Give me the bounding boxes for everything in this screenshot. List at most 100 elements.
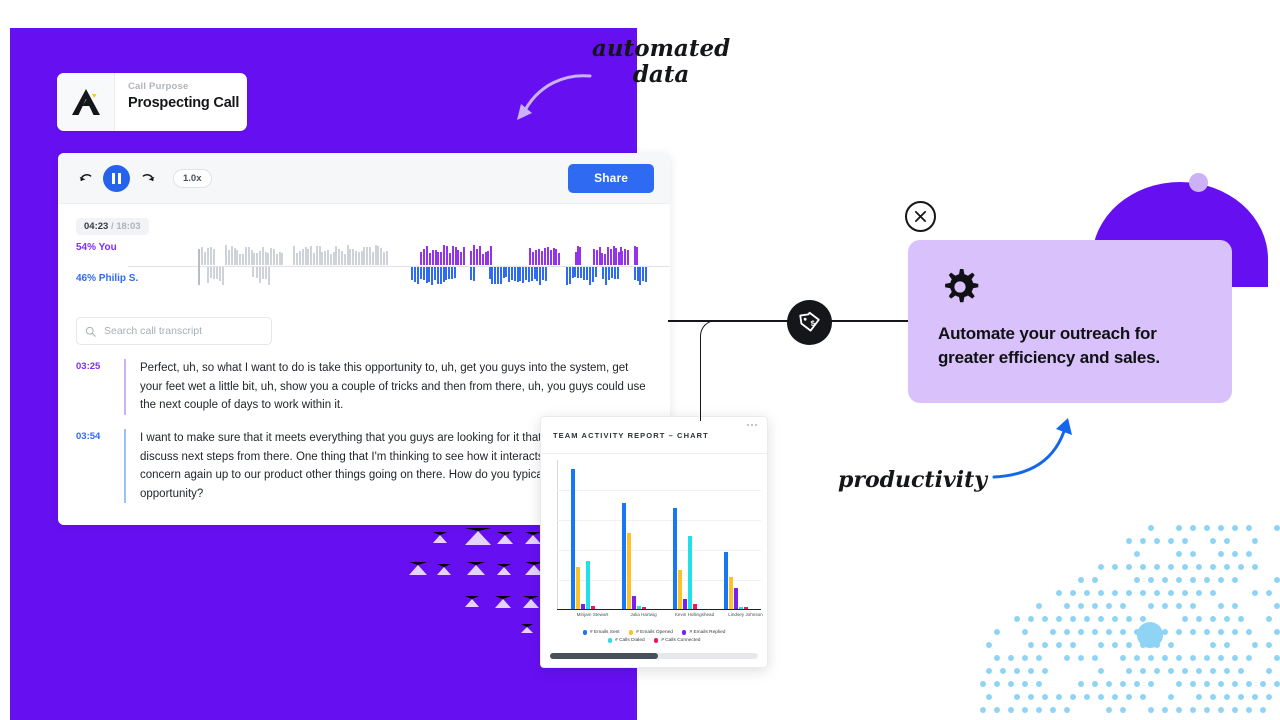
chart-bar[interactable] bbox=[591, 606, 595, 609]
transcript-timestamp[interactable]: 03:54 bbox=[76, 429, 124, 504]
timecode-total: 18:03 bbox=[116, 221, 140, 232]
chart-y-axis bbox=[557, 460, 558, 610]
search-box[interactable] bbox=[76, 317, 272, 345]
play-pause-button[interactable] bbox=[103, 165, 130, 192]
waveform-track-philip[interactable] bbox=[198, 267, 652, 293]
call-purpose-label: Call Purpose bbox=[128, 81, 247, 92]
waveform-track-you[interactable] bbox=[198, 239, 652, 265]
chart-legend-item[interactable]: # Calls Dialed bbox=[608, 638, 645, 643]
chart-bar[interactable] bbox=[632, 596, 636, 609]
legend-label: # Emails Sent bbox=[590, 630, 620, 635]
legend-label: # Emails Opened bbox=[636, 630, 673, 635]
legend-label: # Calls Dialed bbox=[615, 638, 645, 643]
legend-label: # Calls Connected bbox=[661, 638, 700, 643]
transcript-timestamp[interactable]: 03:25 bbox=[76, 359, 124, 415]
chart-legend-row: # Calls Dialed # Calls Connected bbox=[551, 638, 757, 643]
chart-bar[interactable] bbox=[688, 536, 692, 608]
waveform-playhead[interactable] bbox=[198, 249, 200, 285]
chart-card-header: TEAM ACTIVITY REPORT – CHART bbox=[541, 417, 767, 454]
chart-bar-group bbox=[622, 503, 646, 609]
legend-label: # Emails Replied bbox=[689, 630, 725, 635]
chart-bar-group bbox=[724, 552, 748, 609]
chart-bar[interactable] bbox=[622, 503, 626, 609]
chart-bar[interactable] bbox=[744, 607, 748, 609]
connector-elbow bbox=[700, 320, 717, 421]
chart-bar[interactable] bbox=[642, 607, 646, 609]
playback-speed-button[interactable]: 1.0x bbox=[173, 169, 212, 188]
chart-bar[interactable] bbox=[581, 604, 585, 608]
search-icon bbox=[85, 326, 96, 337]
speaker-label-you: 54% You bbox=[76, 242, 117, 253]
chart-bar[interactable] bbox=[729, 577, 733, 609]
chart-bar[interactable] bbox=[637, 606, 641, 609]
forward-arrow-icon[interactable] bbox=[137, 167, 159, 189]
chart-title: TEAM ACTIVITY REPORT – CHART bbox=[553, 431, 709, 440]
chart-x-tick-labels: Mirijam Stewart Julia Hartwig Kevin Hollin… bbox=[557, 612, 761, 626]
chart-bar[interactable] bbox=[627, 533, 631, 608]
timecode-current: 04:23 bbox=[84, 221, 108, 232]
chart-x-tick-label: Kevin Hollingshead bbox=[675, 612, 714, 617]
chart-x-axis bbox=[557, 609, 761, 611]
chart-x-tick-label: Lindsey Johnson bbox=[728, 612, 762, 617]
chart-bar[interactable] bbox=[734, 588, 738, 609]
transcript-text: Perfect, uh, so what I want to do is tak… bbox=[140, 359, 650, 415]
horizontal-scrollbar[interactable] bbox=[550, 653, 758, 659]
chart-legend-item[interactable]: # Calls Connected bbox=[654, 638, 701, 643]
sky-dot-large bbox=[1137, 622, 1163, 648]
scrollbar-thumb[interactable] bbox=[550, 653, 658, 659]
chart-bar[interactable] bbox=[739, 607, 743, 609]
speaker-label-philip: 46% Philip S. bbox=[76, 273, 138, 284]
speaker-waveform[interactable]: 54% You 46% Philip S. bbox=[58, 243, 670, 305]
chart-bar[interactable] bbox=[683, 599, 687, 609]
legend-color-swatch bbox=[608, 638, 613, 643]
chart-legend-item[interactable]: # Emails Opened bbox=[629, 630, 673, 635]
team-activity-chart-card: TEAM ACTIVITY REPORT – CHART Mirijam Ste… bbox=[540, 416, 768, 668]
legend-color-swatch bbox=[654, 638, 659, 643]
chart-bar-group bbox=[673, 508, 697, 608]
rewind-arrow-icon[interactable] bbox=[74, 167, 96, 189]
transcript-speaker-bar bbox=[124, 429, 126, 504]
call-purpose-card: Call Purpose Prospecting Call bbox=[57, 73, 247, 131]
chart-legend-row: # Emails Sent # Emails Opened # Emails Rep… bbox=[551, 630, 757, 635]
triangle-pattern bbox=[405, 528, 545, 633]
close-x-icon[interactable] bbox=[905, 201, 936, 232]
triangle-a-logo bbox=[57, 73, 115, 131]
transcript-search bbox=[76, 317, 670, 345]
curved-arrow-up-right-icon bbox=[990, 415, 1080, 483]
curved-arrow-down-left-icon bbox=[512, 72, 592, 124]
automation-callout-card: Automate your outreach for greater effic… bbox=[908, 240, 1232, 403]
productivity-note: productivity bbox=[838, 467, 987, 493]
legend-color-swatch bbox=[629, 630, 634, 635]
chart-x-tick-label: Mirijam Stewart bbox=[577, 612, 609, 617]
transcript-row[interactable]: 03:25 Perfect, uh, so what I want to do … bbox=[76, 359, 652, 415]
chart-bar[interactable] bbox=[586, 561, 590, 608]
chart-bar[interactable] bbox=[724, 552, 728, 609]
legend-color-swatch bbox=[583, 630, 588, 635]
chart-x-tick-label: Julia Hartwig bbox=[630, 612, 656, 617]
automated-data-note: automated data bbox=[592, 36, 730, 89]
transcript-speaker-bar bbox=[124, 359, 126, 415]
chart-bar-group bbox=[571, 469, 595, 608]
share-button[interactable]: Share bbox=[568, 164, 654, 193]
chart-bar[interactable] bbox=[571, 469, 575, 608]
slide-canvas: Call Purpose Prospecting Call 1.0x Share… bbox=[0, 0, 1280, 720]
legend-color-swatch bbox=[682, 630, 687, 635]
chart-legend-item[interactable]: # Emails Sent bbox=[583, 630, 620, 635]
chart-bar[interactable] bbox=[673, 508, 677, 608]
dot-grid-pattern bbox=[980, 525, 1280, 720]
chart-bar[interactable] bbox=[576, 567, 580, 609]
timecode-display: 04:23 / 18:03 bbox=[76, 218, 149, 235]
kebab-menu-icon[interactable] bbox=[747, 424, 757, 426]
chart-legend: # Emails Sent # Emails Opened # Emails Rep… bbox=[541, 626, 767, 643]
lilac-dot bbox=[1189, 173, 1208, 192]
chart-legend-item[interactable]: # Emails Replied bbox=[682, 630, 726, 635]
chart-bar[interactable] bbox=[693, 604, 697, 608]
price-tag-dollar-icon[interactable]: $ bbox=[787, 300, 832, 345]
gear-icon bbox=[938, 266, 982, 310]
chart-bar[interactable] bbox=[678, 570, 682, 609]
callout-text: Automate your outreach for greater effic… bbox=[938, 322, 1202, 370]
call-purpose-value: Prospecting Call bbox=[128, 95, 247, 111]
search-input[interactable] bbox=[102, 324, 263, 338]
bar-chart-plot bbox=[547, 460, 761, 610]
player-toolbar: 1.0x Share bbox=[58, 153, 670, 204]
